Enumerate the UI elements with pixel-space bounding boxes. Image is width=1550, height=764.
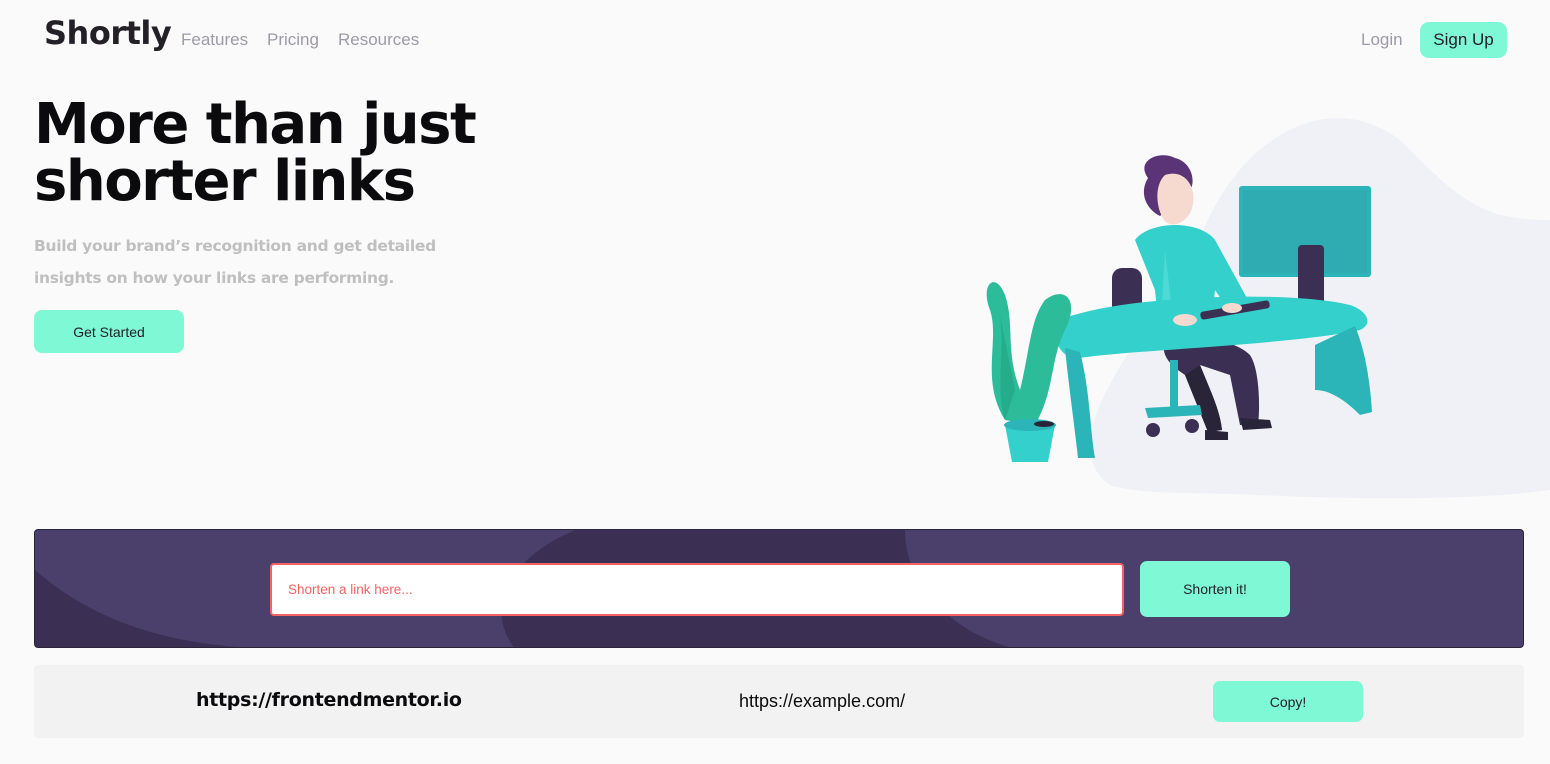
copy-button[interactable]: Copy! [1213, 681, 1363, 722]
plant-leaves [986, 282, 1072, 425]
hero-title-line-2: shorter links [34, 149, 416, 214]
get-started-button[interactable]: Get Started [34, 310, 184, 353]
signup-button[interactable]: Sign Up [1420, 22, 1507, 58]
person-working-illustration [986, 118, 1550, 499]
original-url: https://frontendmentor.io [196, 689, 462, 711]
short-url[interactable]: https://example.com/ [739, 691, 905, 712]
hero-title-line-1: More than just [34, 92, 477, 157]
logo[interactable]: Shortly [44, 14, 172, 52]
page: Shortly Features Pricing Resources Login… [0, 0, 1550, 764]
login-link[interactable]: Login [1361, 30, 1403, 50]
desk-leg-left [1065, 348, 1095, 458]
hero-title: More than just shorter links [34, 96, 554, 210]
shorten-input[interactable] [270, 563, 1124, 616]
hero-subtitle: Build your brand’s recognition and get d… [34, 237, 436, 287]
shorten-button[interactable]: Shorten it! [1140, 561, 1290, 617]
person-face [1157, 173, 1194, 225]
nav-link-pricing[interactable]: Pricing [267, 30, 319, 50]
nav-link-features[interactable]: Features [181, 30, 248, 50]
shorten-panel: Shorten it! [34, 529, 1524, 648]
nav-link-resources[interactable]: Resources [338, 30, 419, 50]
result-row: https://frontendmentor.io https://exampl… [34, 665, 1524, 738]
